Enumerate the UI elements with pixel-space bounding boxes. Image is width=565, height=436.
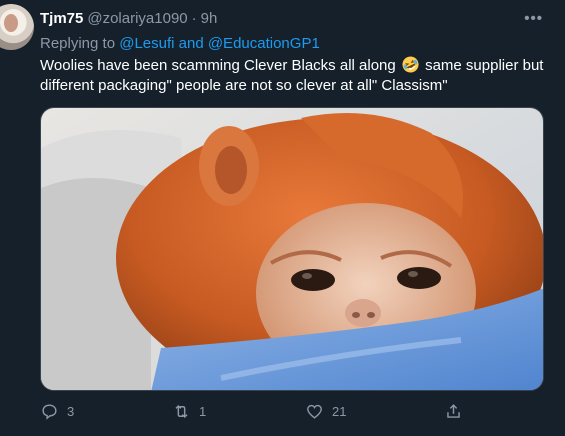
- share-button[interactable]: [444, 402, 463, 421]
- retweet-count: 1: [199, 404, 207, 419]
- reply-mentions[interactable]: @Lesufi and @EducationGP1: [119, 35, 320, 52]
- tweet-text: Woolies have been scamming Clever Blacks…: [40, 56, 550, 96]
- tweet-actions: 3 1 21: [40, 402, 520, 426]
- more-options-icon[interactable]: •••: [524, 10, 543, 27]
- avatar-face: [4, 14, 18, 32]
- tweet[interactable]: Tjm75 @zolariya1090 · 9h ••• Replying to…: [0, 0, 565, 436]
- separator-dot: ·: [191, 10, 197, 27]
- reply-button[interactable]: 3: [40, 402, 74, 421]
- reply-count: 3: [67, 404, 75, 419]
- author-handle[interactable]: @zolariya1090: [87, 10, 187, 27]
- replying-to-label: Replying to: [40, 35, 116, 52]
- tweet-text-part1: Woolies have been scamming Clever Blacks…: [40, 57, 396, 74]
- like-button[interactable]: 21: [305, 402, 346, 421]
- like-count: 21: [332, 404, 347, 419]
- retweet-button[interactable]: 1: [172, 402, 206, 421]
- tweet-header: Tjm75 @zolariya1090 · 9h: [40, 10, 217, 27]
- retweet-icon: [175, 404, 188, 419]
- reply-context: Replying to @Lesufi and @EducationGP1: [40, 35, 320, 52]
- avatar[interactable]: [0, 4, 34, 50]
- tweet-time[interactable]: 9h: [201, 10, 218, 27]
- baby-monkey-photo: [41, 108, 543, 390]
- tweet-image[interactable]: [40, 107, 544, 391]
- rolling-laughing-emoji-icon: [402, 56, 419, 73]
- heart-icon: [307, 404, 322, 419]
- author-name[interactable]: Tjm75: [40, 10, 83, 27]
- share-icon: [447, 404, 460, 418]
- reply-icon: [42, 404, 57, 420]
